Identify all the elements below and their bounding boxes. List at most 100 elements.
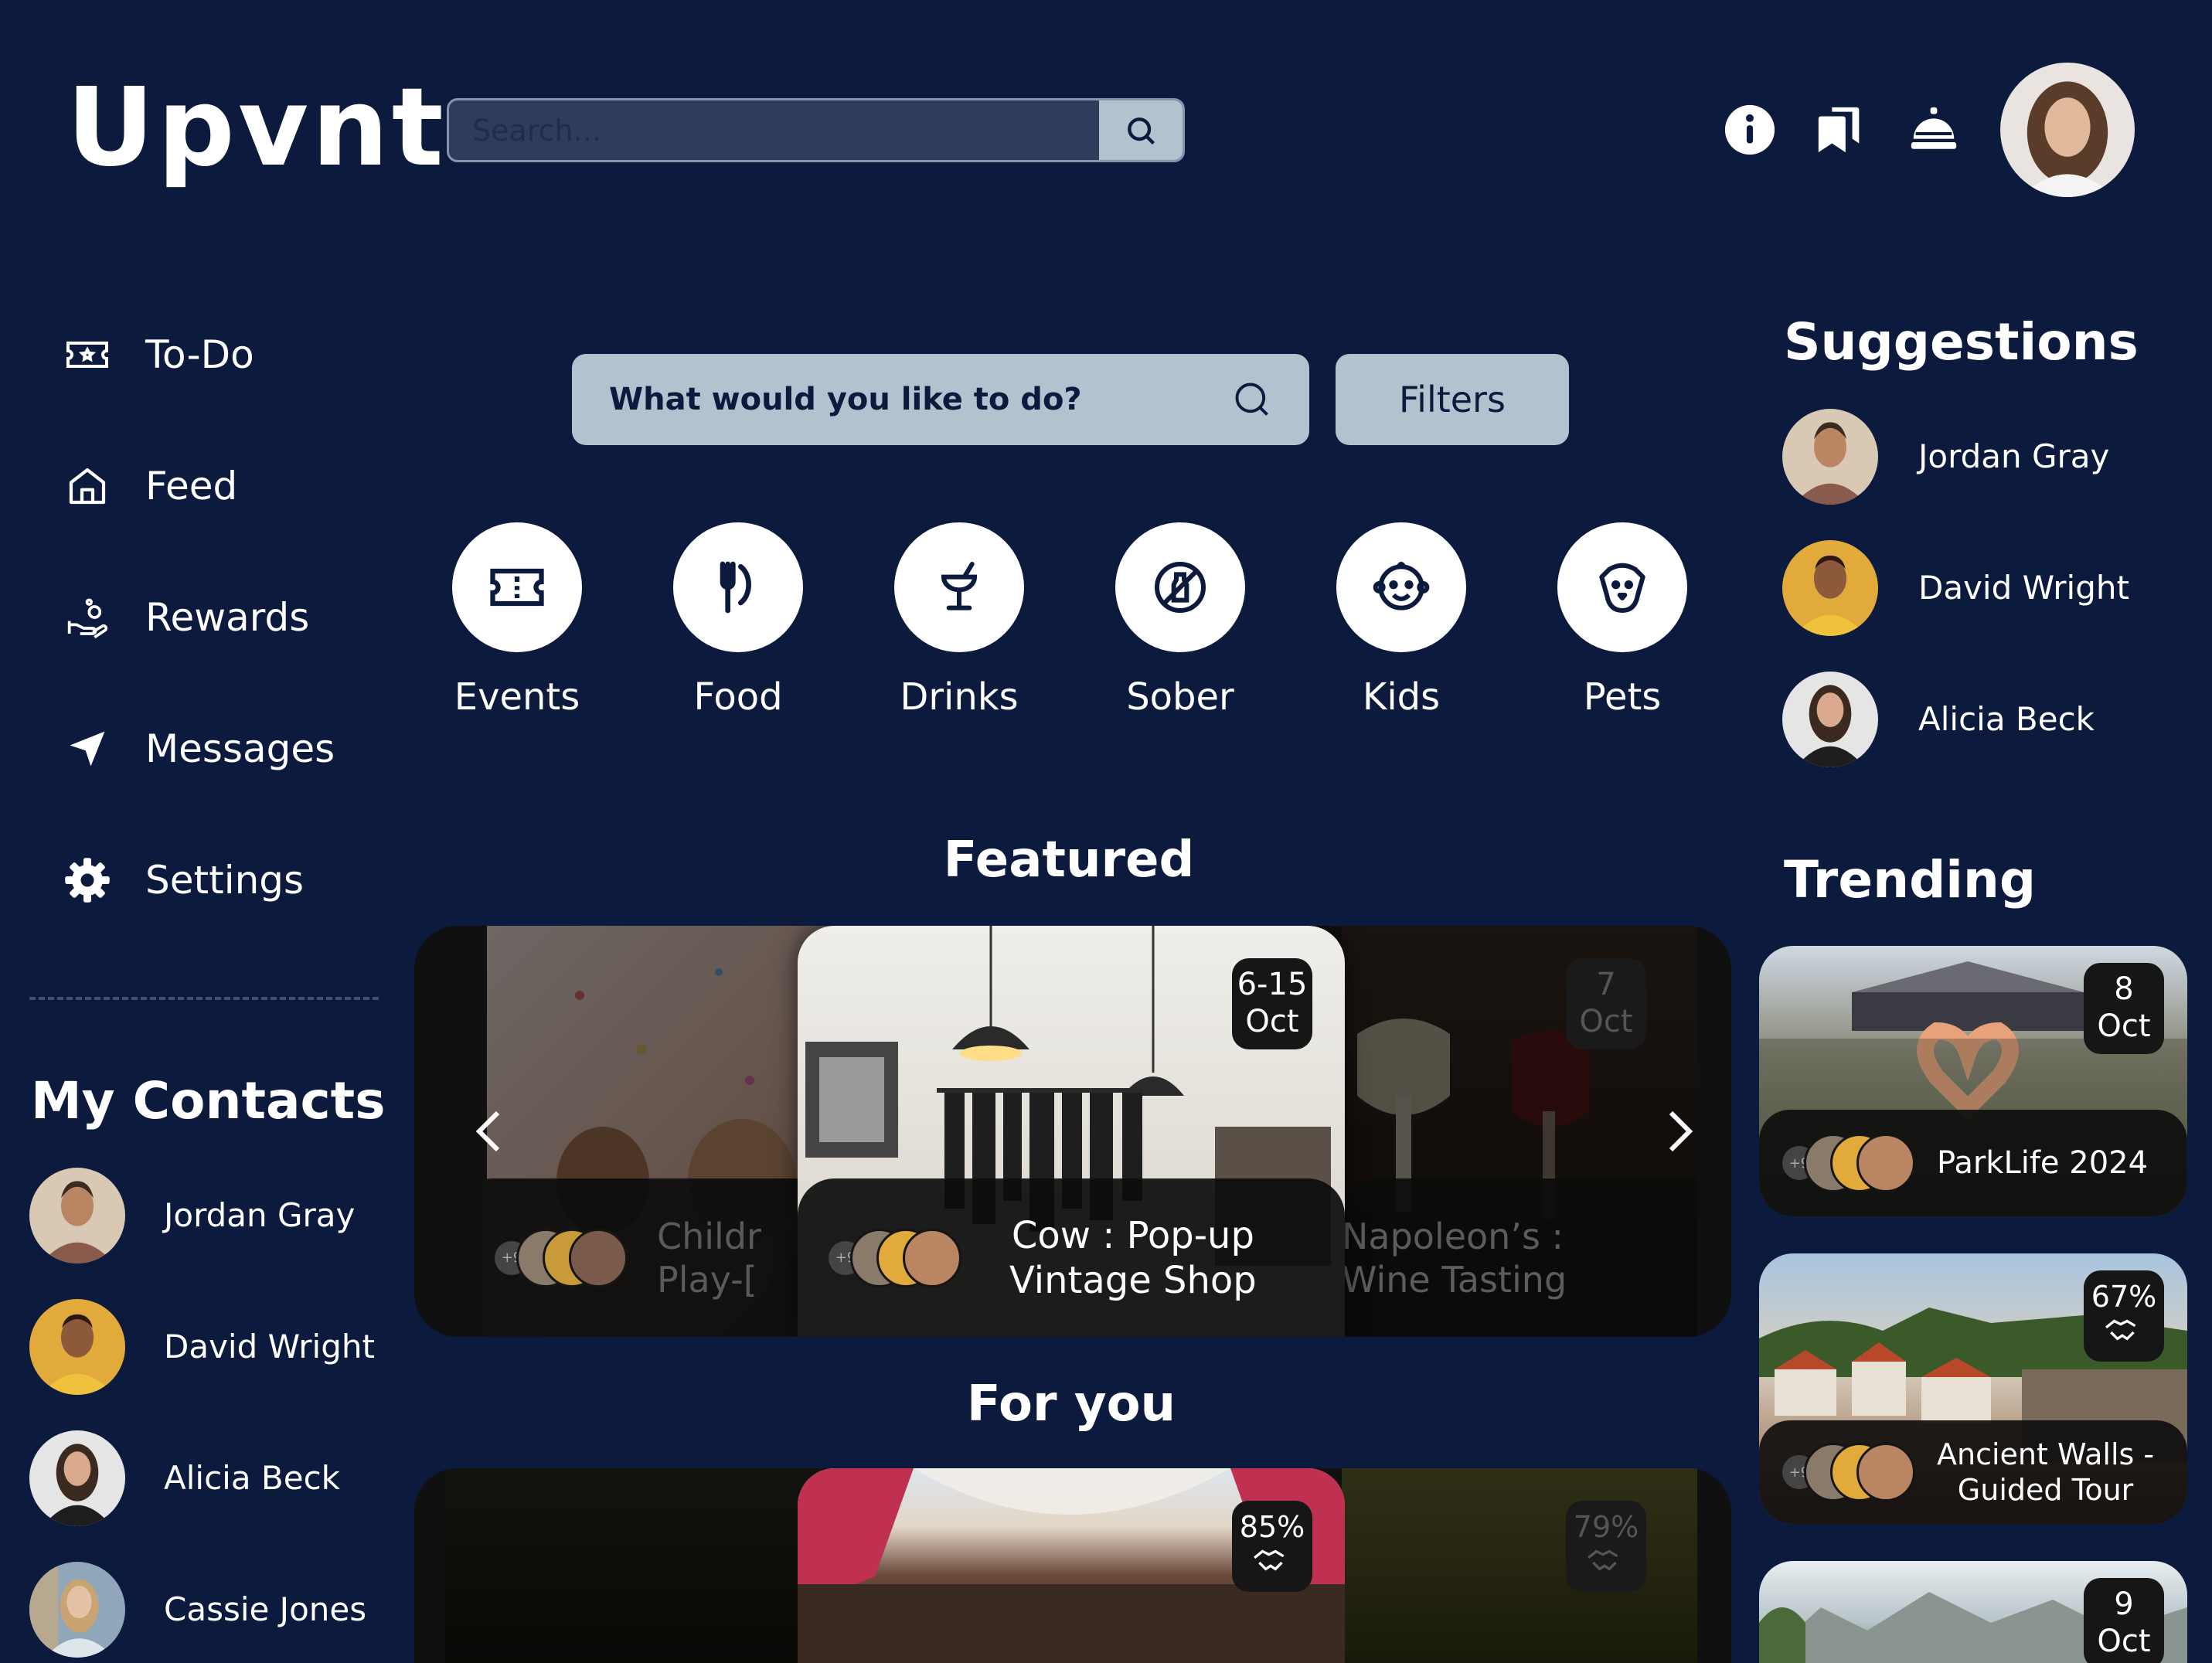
- match-badge: 85%: [1232, 1501, 1312, 1592]
- category-events[interactable]: Events: [436, 522, 598, 719]
- activity-search[interactable]: What would you like to do?: [572, 354, 1309, 445]
- category-food[interactable]: Food: [657, 522, 819, 719]
- bookmarks-button[interactable]: [1813, 102, 1869, 158]
- trending-card[interactable]: 8 Oct +9 ParkLife 2024: [1759, 946, 2187, 1216]
- trending-card-title: ParkLife 2024: [1937, 1145, 2149, 1181]
- date-badge: 7 Oct: [1566, 958, 1646, 1049]
- attendee-avatars: +9: [1782, 1132, 1921, 1194]
- filters-button[interactable]: Filters: [1336, 354, 1569, 445]
- match-badge: 79%: [1566, 1501, 1646, 1592]
- featured-card-title: Cow : Pop-up: [1011, 1213, 1254, 1257]
- trending-card-title: Ancient Walls -: [1937, 1437, 2155, 1471]
- date-badge: 8 Oct: [2084, 963, 2164, 1054]
- nav-label: To-Do: [145, 332, 254, 377]
- activity-search-placeholder: What would you like to do?: [609, 382, 1082, 417]
- gear-icon: [63, 856, 111, 904]
- suggestion-item[interactable]: Alicia Beck: [1782, 671, 2095, 767]
- send-icon: [63, 725, 111, 773]
- contact-item[interactable]: Cassie Jones: [29, 1561, 366, 1658]
- trending-card-subtitle: Guided Tour: [1957, 1473, 2134, 1507]
- category-drinks[interactable]: Drinks: [878, 522, 1040, 719]
- attendee-avatars: +9: [829, 1227, 968, 1289]
- contact-item[interactable]: Jordan Gray: [29, 1167, 355, 1263]
- for-you-card[interactable]: 85%: [798, 1468, 1345, 1663]
- sidebar-divider: [29, 997, 379, 1000]
- notifications-button[interactable]: [1906, 102, 1962, 158]
- suggestion-avatar: [1782, 539, 1878, 636]
- suggestion-name: Alicia Beck: [1918, 700, 2095, 738]
- trending-title: Trending: [1784, 850, 2037, 910]
- category-label: Drinks: [900, 675, 1019, 719]
- attendee-avatars: +9: [495, 1227, 634, 1289]
- nav-settings[interactable]: Settings: [63, 845, 304, 915]
- featured-card-subtitle: Play-[: [657, 1258, 757, 1301]
- bookmarks-icon: [1818, 107, 1860, 153]
- category-label: Events: [454, 675, 580, 719]
- nav-feed[interactable]: Feed: [63, 451, 237, 521]
- contact-avatar: [29, 1430, 125, 1526]
- suggestion-item[interactable]: David Wright: [1782, 539, 2129, 636]
- concierge-bell-icon: [1911, 107, 1957, 149]
- user-avatar[interactable]: [2000, 63, 2135, 197]
- match-badge: 67%: [2084, 1270, 2164, 1362]
- top-search-bar: [447, 98, 1185, 162]
- handshake-icon: [1254, 1549, 1285, 1571]
- home-icon: [63, 462, 111, 510]
- suggestion-name: David Wright: [1918, 569, 2129, 607]
- attendee-avatars: +9: [1782, 1441, 1921, 1503]
- suggestion-avatar: [1782, 408, 1878, 505]
- cocktail-icon: [941, 562, 978, 610]
- featured-title: Featured: [943, 832, 1195, 889]
- for-you-title: For you: [966, 1376, 1176, 1433]
- nav-label: Rewards: [145, 595, 310, 640]
- baby-face-icon: [1373, 562, 1430, 610]
- my-contacts-title: My Contacts: [31, 1071, 386, 1131]
- trending-card[interactable]: 9 Oct: [1759, 1561, 2187, 1663]
- nav-messages[interactable]: Messages: [63, 714, 335, 784]
- contact-avatar: [29, 1298, 125, 1395]
- top-search-input[interactable]: [449, 100, 1102, 160]
- for-you-card[interactable]: 79%: [1342, 1468, 1697, 1663]
- carousel-next-button[interactable]: [1649, 1100, 1711, 1162]
- suggestion-name: Jordan Gray: [1918, 437, 2110, 475]
- nav-label: Settings: [145, 858, 305, 903]
- category-pets[interactable]: Pets: [1541, 522, 1703, 719]
- no-alcohol-icon: [1155, 562, 1206, 613]
- contact-name: David Wright: [164, 1328, 375, 1365]
- search-icon: [1128, 117, 1155, 145]
- suggestion-item[interactable]: Jordan Gray: [1782, 408, 2109, 505]
- dog-icon: [1599, 563, 1645, 613]
- info-button[interactable]: [1722, 102, 1778, 158]
- handshake-icon: [1588, 1549, 1618, 1571]
- contact-name: Cassie Jones: [164, 1590, 367, 1628]
- featured-carousel: +9 Childr Play-[ 7 Oct Napoleon’s : Wine …: [414, 926, 1731, 1337]
- app-logo[interactable]: Upvnt: [66, 74, 447, 182]
- suggestions-title: Suggestions: [1784, 312, 2139, 372]
- trending-card[interactable]: 67% +9 Ancient Walls - Guided Tour: [1759, 1253, 2187, 1524]
- info-icon: [1724, 104, 1775, 155]
- carousel-prev-button[interactable]: [458, 1100, 519, 1162]
- featured-card-subtitle: Vintage Shop: [1009, 1258, 1257, 1302]
- top-search-button[interactable]: [1099, 100, 1183, 160]
- category-sober[interactable]: Sober: [1099, 522, 1261, 719]
- featured-card[interactable]: +9 Childr Play-[: [487, 926, 835, 1337]
- suggestion-avatar: [1782, 671, 1878, 767]
- ticket-icon: [490, 568, 544, 607]
- category-label: Pets: [1583, 675, 1662, 719]
- featured-card[interactable]: 7 Oct Napoleon’s : Wine Tasting: [1342, 926, 1697, 1337]
- contact-item[interactable]: David Wright: [29, 1298, 375, 1395]
- chevron-left-icon: [475, 1110, 500, 1152]
- for-you-card[interactable]: [445, 1468, 832, 1663]
- nav-todo[interactable]: To-Do: [63, 320, 254, 389]
- category-kids[interactable]: Kids: [1320, 522, 1482, 719]
- for-you-carousel: 79% 85%: [414, 1468, 1731, 1663]
- featured-card[interactable]: 6-15 Oct +9 Cow : Pop-up Vintage Shop: [798, 926, 1345, 1337]
- featured-card-subtitle: Wine Tasting: [1342, 1258, 1567, 1301]
- contact-name: Jordan Gray: [164, 1196, 356, 1234]
- featured-card-title: Napoleon’s :: [1342, 1215, 1564, 1257]
- contact-item[interactable]: Alicia Beck: [29, 1430, 340, 1526]
- contact-avatar: [29, 1167, 125, 1263]
- date-badge: 9 Oct: [2084, 1578, 2164, 1663]
- handshake-icon: [2105, 1319, 2136, 1341]
- nav-rewards[interactable]: Rewards: [63, 583, 309, 652]
